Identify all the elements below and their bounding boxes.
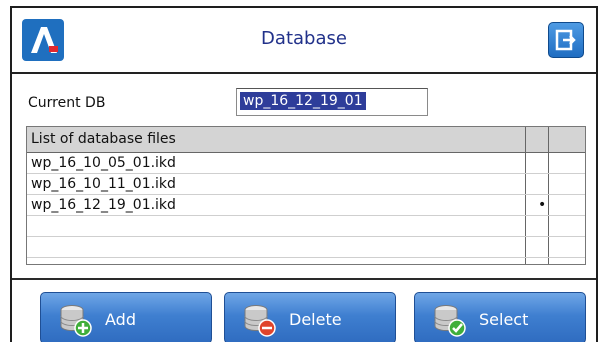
select-button-label: Select xyxy=(479,310,529,329)
database-select-icon xyxy=(434,305,466,337)
exit-button[interactable] xyxy=(548,22,584,58)
table-row[interactable]: wp_16_10_11_01.ikd xyxy=(27,175,585,195)
table-row[interactable]: wp_16_12_19_01.ikd • xyxy=(27,196,585,216)
current-db-field[interactable]: wp_16_12_19_01 xyxy=(236,88,428,116)
table-header: List of database files xyxy=(27,127,585,153)
button-bar-divider xyxy=(12,278,596,280)
table-row[interactable] xyxy=(27,217,585,237)
title-bar: Database xyxy=(12,8,596,74)
app-window: Database Current DB wp_16_12_19_01 List … xyxy=(10,6,598,342)
selected-marker: • xyxy=(538,197,547,213)
database-add-icon xyxy=(60,305,92,337)
current-db-label: Current DB xyxy=(28,95,106,111)
select-button[interactable]: Select xyxy=(414,292,586,342)
file-name-cell: wp_16_10_05_01.ikd xyxy=(31,155,176,171)
window-title: Database xyxy=(261,28,347,49)
add-button-label: Add xyxy=(105,310,136,329)
add-button[interactable]: Add xyxy=(40,292,212,342)
database-files-table: List of database files wp_16_10_05_01.ik… xyxy=(26,126,586,265)
exit-icon xyxy=(555,29,576,51)
file-name-cell: wp_16_10_11_01.ikd xyxy=(31,176,176,192)
database-delete-icon xyxy=(244,305,276,337)
delete-button-label: Delete xyxy=(289,310,342,329)
column-header-files: List of database files xyxy=(31,131,176,147)
table-row[interactable]: wp_16_10_05_01.ikd xyxy=(27,154,585,174)
table-row[interactable] xyxy=(27,238,585,258)
current-db-value: wp_16_12_19_01 xyxy=(240,92,366,110)
delete-button[interactable]: Delete xyxy=(224,292,396,342)
file-name-cell: wp_16_12_19_01.ikd xyxy=(31,197,176,213)
